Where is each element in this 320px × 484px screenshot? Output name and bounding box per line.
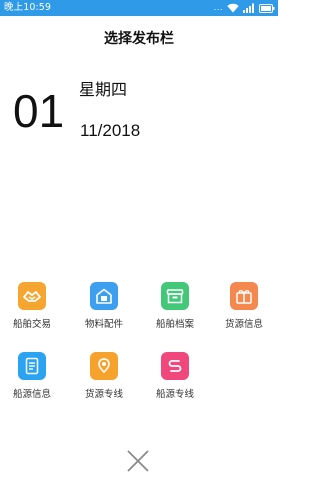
grid-item-ship-source-info[interactable]: 船源信息 xyxy=(2,352,62,401)
handshake-icon xyxy=(18,282,46,310)
grid-label: 货源专线 xyxy=(84,389,123,400)
grid-item-cargo-route[interactable]: 货源专线 xyxy=(74,352,134,401)
map-pin-icon xyxy=(90,352,118,380)
grid-label: 货源信息 xyxy=(224,319,263,330)
grid-item-cargo-info[interactable]: 货源信息 xyxy=(214,282,274,331)
status-time: 晚上10:59 xyxy=(4,2,52,13)
signal-icon xyxy=(243,3,255,13)
document-icon xyxy=(18,352,46,380)
house-box-icon xyxy=(90,282,118,310)
archive-icon xyxy=(161,282,189,310)
grid-label: 船舶交易 xyxy=(12,319,51,330)
grid-item-material-parts[interactable]: 物料配件 xyxy=(74,282,134,331)
battery-icon xyxy=(259,3,275,13)
grid-label: 物料配件 xyxy=(84,319,123,330)
close-button[interactable] xyxy=(126,449,150,477)
status-icons: ... xyxy=(214,2,275,14)
page-title: 选择发布栏 xyxy=(104,31,174,47)
wifi-icon xyxy=(227,3,239,13)
grid-item-ship-trade[interactable]: 船舶交易 xyxy=(2,282,62,331)
grid-label: 船源专线 xyxy=(155,389,194,400)
notification-dots: ... xyxy=(213,3,223,12)
grid-item-ship-archive[interactable]: 船舶档案 xyxy=(145,282,205,331)
route-icon xyxy=(161,352,189,380)
weekday: 星期四 xyxy=(79,80,128,99)
month-year: 11/2018 xyxy=(80,121,141,140)
grid-item-ship-route[interactable]: 船源专线 xyxy=(145,352,205,401)
grid-label: 船舶档案 xyxy=(155,319,194,330)
day-number: 01 xyxy=(13,85,65,137)
close-icon xyxy=(126,449,150,477)
status-bar: 晚上10:59 ... xyxy=(0,0,278,16)
gift-box-icon xyxy=(230,282,258,310)
grid-label: 船源信息 xyxy=(12,389,51,400)
